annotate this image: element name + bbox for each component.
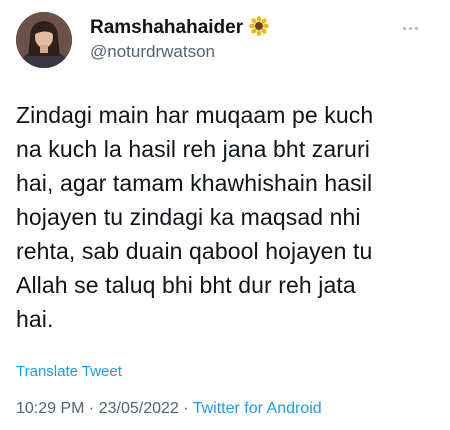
tweet-text-line: rehta, sab duain qabool hojayen tu bbox=[16, 238, 373, 264]
user-handle[interactable]: @noturdrwatson bbox=[90, 42, 215, 62]
avatar-image bbox=[16, 12, 72, 68]
tweet-meta: 10:29 PM · 23/05/2022 · Twitter for Andr… bbox=[16, 399, 322, 419]
meta-separator: · bbox=[178, 400, 193, 417]
tweet-text: Zindagi main har muqaam pe kuch na kuch … bbox=[16, 98, 436, 336]
tweet-source-link[interactable]: Twitter for Android bbox=[193, 400, 322, 417]
tweet-text-line: hai, agar tamam khawhishain hasil bbox=[16, 170, 373, 196]
tweet-text-line: hai. bbox=[16, 306, 54, 332]
avatar[interactable] bbox=[16, 12, 72, 68]
tweet-date[interactable]: 23/05/2022 bbox=[99, 400, 179, 417]
sunflower-icon bbox=[249, 16, 270, 36]
tweet-text-line: na kuch la hasil reh jana bht zaruri bbox=[16, 136, 370, 162]
display-name-text[interactable]: Ramshahahaider bbox=[90, 17, 243, 38]
translate-tweet-link[interactable]: Translate Tweet bbox=[16, 363, 122, 381]
meta-separator: · bbox=[84, 400, 99, 417]
tweet-text-line: Allah se taluq bhi bht dur reh jata bbox=[16, 272, 356, 298]
more-options-button[interactable] bbox=[396, 18, 424, 38]
tweet-text-line: hojayen tu zindagi ka maqsad nhi bbox=[16, 204, 361, 230]
tweet-card: Ramshahahaider @noturdrwatson Zindagi ma… bbox=[0, 0, 450, 430]
tweet-text-line: Zindagi main har muqaam pe kuch bbox=[16, 102, 374, 128]
display-name[interactable]: Ramshahahaider bbox=[90, 16, 270, 39]
tweet-time[interactable]: 10:29 PM bbox=[16, 400, 84, 417]
more-icon bbox=[402, 26, 418, 30]
